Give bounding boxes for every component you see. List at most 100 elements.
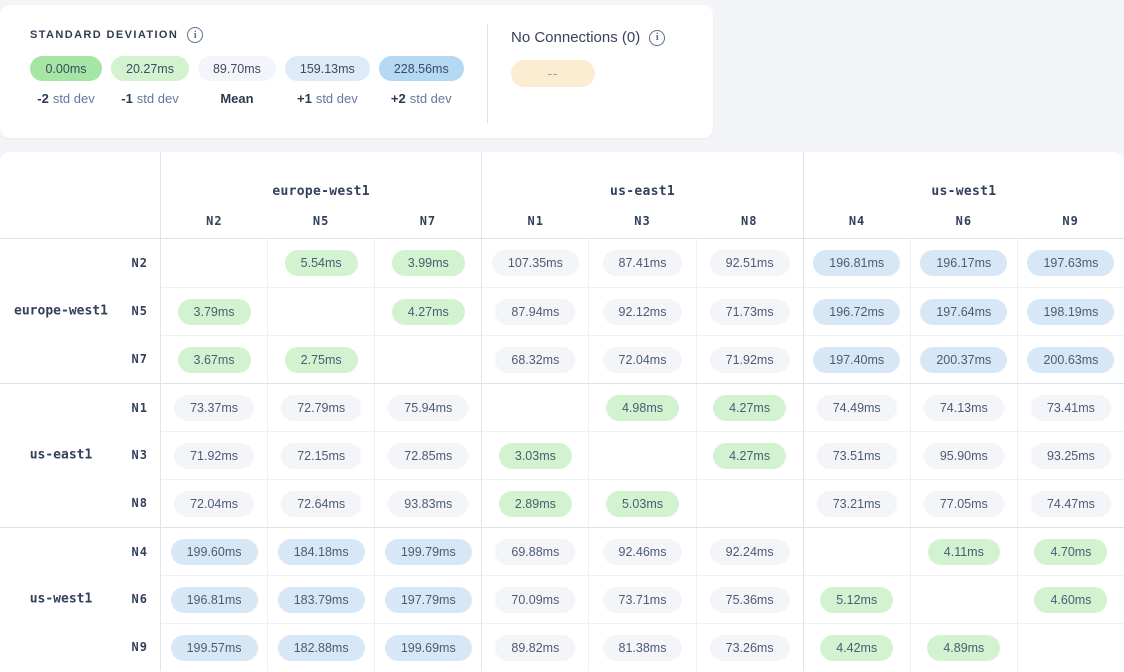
- latency-pill[interactable]: 72.85ms: [388, 443, 468, 469]
- info-icon[interactable]: i: [649, 30, 665, 46]
- latency-pill[interactable]: 4.89ms: [927, 635, 1000, 661]
- latency-pill[interactable]: 2.75ms: [285, 347, 358, 373]
- latency-pill[interactable]: 73.26ms: [710, 635, 790, 661]
- latency-cell: 3.67ms: [160, 335, 267, 383]
- latency-pill[interactable]: 199.60ms: [171, 539, 258, 565]
- matrix-row-N3: us-east1N371.92ms72.15ms72.85ms3.03ms4.2…: [0, 431, 1124, 479]
- latency-pill[interactable]: 200.63ms: [1027, 347, 1114, 373]
- latency-pill[interactable]: 92.51ms: [710, 250, 790, 276]
- latency-pill[interactable]: 74.47ms: [1031, 491, 1111, 517]
- latency-pill[interactable]: 4.11ms: [928, 539, 1000, 565]
- latency-pill[interactable]: 73.37ms: [174, 395, 254, 421]
- latency-pill[interactable]: 95.90ms: [924, 443, 1004, 469]
- latency-cell: [160, 239, 267, 287]
- latency-pill[interactable]: 199.57ms: [171, 635, 258, 661]
- latency-pill[interactable]: 183.79ms: [278, 587, 365, 613]
- legend-label: -1std dev: [121, 91, 178, 106]
- matrix-row-N4: N4199.60ms184.18ms199.79ms69.88ms92.46ms…: [0, 527, 1124, 575]
- latency-pill[interactable]: 72.64ms: [281, 491, 361, 517]
- latency-pill[interactable]: 71.73ms: [710, 299, 790, 325]
- legend-pill: 89.70ms: [198, 56, 276, 81]
- latency-pill[interactable]: 73.21ms: [817, 491, 897, 517]
- latency-pill[interactable]: 92.46ms: [603, 539, 683, 565]
- latency-pill[interactable]: 4.60ms: [1034, 587, 1107, 613]
- node-column-headers: N1N3N8: [482, 203, 802, 238]
- latency-pill[interactable]: 198.19ms: [1027, 299, 1114, 325]
- latency-pill[interactable]: 70.09ms: [495, 587, 575, 613]
- latency-pill[interactable]: 4.27ms: [713, 443, 786, 469]
- legend-item: 0.00ms-2std dev: [30, 56, 102, 106]
- row-label-cell: N1: [0, 384, 160, 431]
- latency-pill[interactable]: 73.51ms: [817, 443, 897, 469]
- latency-pill[interactable]: 87.94ms: [495, 299, 575, 325]
- latency-pill[interactable]: 184.18ms: [278, 539, 365, 565]
- latency-pill[interactable]: 200.37ms: [920, 347, 1007, 373]
- latency-pill[interactable]: 4.70ms: [1034, 539, 1107, 565]
- latency-pill[interactable]: 5.03ms: [606, 491, 679, 517]
- info-icon[interactable]: i: [187, 27, 203, 43]
- node-column-headers: N2N5N7: [161, 203, 481, 238]
- latency-pill[interactable]: 4.98ms: [606, 395, 679, 421]
- latency-pill[interactable]: 75.36ms: [710, 587, 790, 613]
- latency-cell: 73.21ms: [803, 479, 910, 527]
- matrix-row-N7: N73.67ms2.75ms68.32ms72.04ms71.92ms197.4…: [0, 335, 1124, 383]
- latency-pill[interactable]: 182.88ms: [278, 635, 365, 661]
- latency-pill[interactable]: 75.94ms: [388, 395, 468, 421]
- latency-pill[interactable]: 73.41ms: [1031, 395, 1111, 421]
- latency-cell: 75.36ms: [696, 575, 803, 623]
- latency-pill[interactable]: 199.69ms: [385, 635, 472, 661]
- latency-pill[interactable]: 89.82ms: [495, 635, 575, 661]
- legend-label: +2std dev: [391, 91, 452, 106]
- latency-pill[interactable]: 81.38ms: [603, 635, 683, 661]
- latency-pill[interactable]: 71.92ms: [710, 347, 790, 373]
- latency-pill[interactable]: 196.81ms: [171, 587, 258, 613]
- legend-label: +1std dev: [297, 91, 358, 106]
- latency-pill[interactable]: 5.12ms: [820, 587, 893, 613]
- legend-pill: 20.27ms: [111, 56, 189, 81]
- latency-pill[interactable]: 71.92ms: [174, 443, 254, 469]
- latency-cell: 71.92ms: [160, 431, 267, 479]
- latency-pill[interactable]: 72.04ms: [174, 491, 254, 517]
- latency-pill[interactable]: 73.71ms: [603, 587, 683, 613]
- latency-pill[interactable]: 197.64ms: [920, 299, 1007, 325]
- latency-pill[interactable]: 2.89ms: [499, 491, 572, 517]
- region-column-header: europe-west1: [161, 152, 481, 203]
- latency-pill[interactable]: 74.13ms: [924, 395, 1004, 421]
- latency-pill[interactable]: 92.24ms: [710, 539, 790, 565]
- latency-pill[interactable]: 72.79ms: [281, 395, 361, 421]
- no-connections-label: No Connections (0): [511, 29, 640, 46]
- latency-pill[interactable]: 4.42ms: [820, 635, 893, 661]
- latency-pill[interactable]: 72.15ms: [281, 443, 361, 469]
- latency-pill[interactable]: 74.49ms: [817, 395, 897, 421]
- latency-pill[interactable]: 4.27ms: [392, 299, 465, 325]
- row-label-cell: europe-west1N5: [0, 287, 160, 335]
- latency-cell: 93.25ms: [1017, 431, 1124, 479]
- latency-pill[interactable]: 196.81ms: [813, 250, 900, 276]
- latency-pill[interactable]: 197.63ms: [1027, 250, 1114, 276]
- latency-pill[interactable]: 3.67ms: [178, 347, 251, 373]
- latency-pill[interactable]: 199.79ms: [385, 539, 472, 565]
- latency-pill[interactable]: 93.25ms: [1031, 443, 1111, 469]
- latency-pill[interactable]: 3.79ms: [178, 299, 251, 325]
- latency-pill[interactable]: 196.17ms: [920, 250, 1007, 276]
- latency-pill[interactable]: 77.05ms: [924, 491, 1004, 517]
- latency-pill[interactable]: 68.32ms: [495, 347, 575, 373]
- latency-pill[interactable]: 72.04ms: [603, 347, 683, 373]
- latency-pill[interactable]: 92.12ms: [603, 299, 683, 325]
- latency-pill[interactable]: 3.03ms: [499, 443, 572, 469]
- latency-pill[interactable]: 69.88ms: [495, 539, 575, 565]
- latency-pill[interactable]: 3.99ms: [392, 250, 465, 276]
- latency-pill[interactable]: 196.72ms: [813, 299, 900, 325]
- row-node-label: N3: [132, 448, 148, 462]
- latency-pill[interactable]: 5.54ms: [285, 250, 358, 276]
- latency-pill[interactable]: 87.41ms: [603, 250, 683, 276]
- latency-pill[interactable]: 4.27ms: [713, 395, 786, 421]
- latency-pill[interactable]: 197.79ms: [385, 587, 472, 613]
- legend-label-bold: Mean: [220, 91, 253, 106]
- row-label-cell: N2: [0, 239, 160, 287]
- latency-pill[interactable]: 197.40ms: [813, 347, 900, 373]
- legend-item: 20.27ms -1std dev: [111, 56, 189, 106]
- latency-pill[interactable]: 107.35ms: [492, 250, 579, 276]
- latency-cell: 107.35ms: [481, 239, 588, 287]
- latency-pill[interactable]: 93.83ms: [388, 491, 468, 517]
